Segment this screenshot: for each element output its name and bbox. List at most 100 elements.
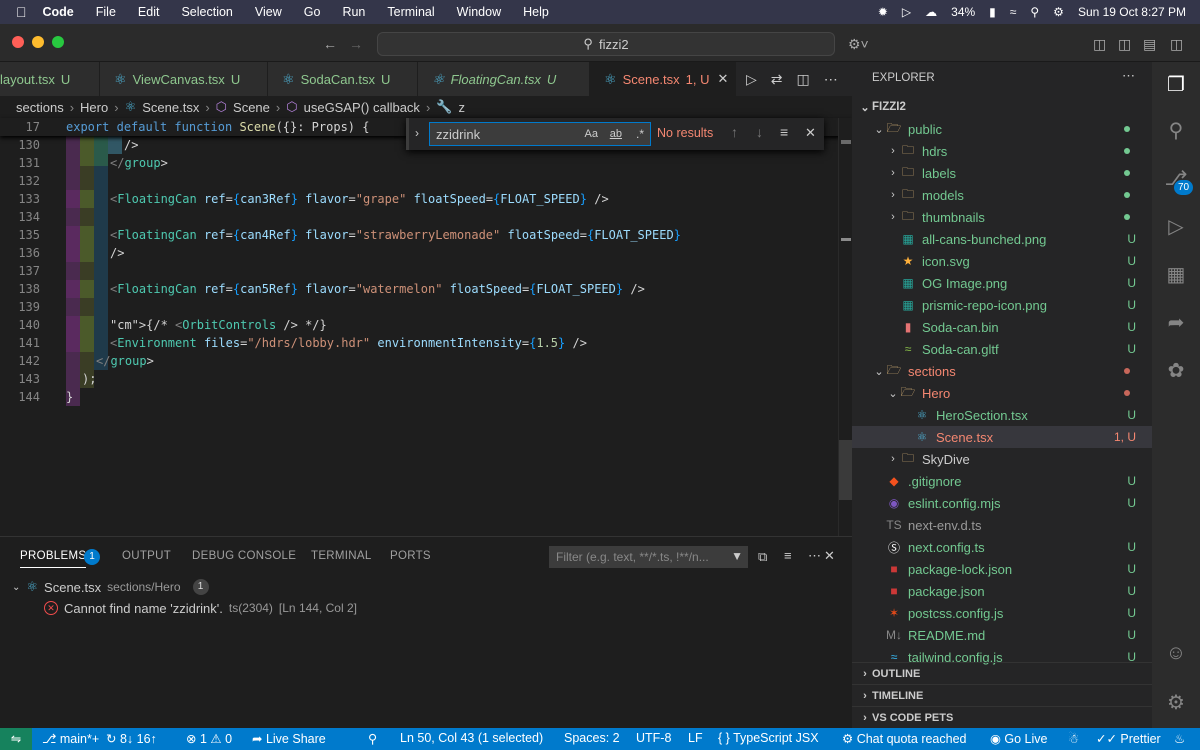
close-window-button[interactable]: [12, 36, 24, 48]
apple-icon[interactable]: : [16, 4, 27, 20]
vscode-pets-section[interactable]: › VS CODE PETS: [852, 706, 1152, 728]
code-line[interactable]: "cm">{/* <OrbitControls /> */}: [110, 318, 327, 332]
regex-toggle[interactable]: .*: [636, 127, 644, 141]
layout-icon[interactable]: ◫: [1093, 36, 1106, 53]
tab-output[interactable]: OUTPUT: [122, 550, 171, 562]
copilot-status[interactable]: ⚙ Chat quota reached: [842, 731, 967, 746]
menu-view[interactable]: View: [255, 5, 282, 19]
explorer-item[interactable]: ⌄ 🗁 public: [852, 118, 1152, 140]
tab-terminal[interactable]: TERMINAL: [311, 550, 372, 562]
explorer-item[interactable]: ⌄ 🗁 Hero: [852, 382, 1152, 404]
menu-terminal[interactable]: Terminal: [387, 5, 434, 19]
run-icon[interactable]: ▷: [746, 71, 757, 88]
filter-icon[interactable]: ▼: [731, 549, 743, 563]
wifi-icon[interactable]: ≈: [1010, 5, 1017, 19]
collapse-all-icon[interactable]: ⧉: [758, 549, 767, 565]
view-as-list-icon[interactable]: ≡: [784, 548, 792, 563]
problems-filter-input[interactable]: Filter (e.g. text, **/*.ts, !**/n... ▼: [549, 546, 748, 568]
problem-file-row[interactable]: ⌄ ⚛ Scene.tsx sections/Hero 1: [12, 577, 209, 597]
sync-indicator[interactable]: ↻ 8↓ 16↑: [106, 731, 157, 746]
explorer-icon[interactable]: ❐: [1164, 72, 1188, 96]
zoom-icon[interactable]: ⚲: [368, 731, 377, 746]
code-line[interactable]: <FloatingCan ref={can4Ref} flavor="straw…: [110, 228, 681, 242]
menu-run[interactable]: Run: [342, 5, 365, 19]
editor-scrollbar[interactable]: [838, 118, 853, 536]
close-tab-icon[interactable]: ✕: [718, 71, 729, 87]
breadcrumb-item[interactable]: z: [458, 100, 465, 115]
tab-ports[interactable]: PORTS: [390, 550, 431, 562]
indentation[interactable]: Spaces: 2: [564, 731, 620, 745]
code-line[interactable]: </group>: [96, 354, 154, 368]
code-line[interactable]: );: [82, 372, 96, 386]
battery-icon[interactable]: ▮: [989, 5, 996, 19]
breadcrumb-item[interactable]: Scene.tsx: [142, 100, 199, 115]
tab-viewcanvas[interactable]: ⚛ ViewCanvas.tsx U: [100, 62, 268, 96]
tab-layout[interactable]: layout.tsx U: [0, 62, 100, 96]
cursor-position[interactable]: Ln 50, Col 43 (1 selected): [400, 731, 543, 745]
language-mode[interactable]: { } TypeScript JSX: [718, 731, 819, 745]
explorer-item[interactable]: ≈ Soda-can.gltf U: [852, 338, 1152, 360]
menu-help[interactable]: Help: [523, 5, 549, 19]
code-line[interactable]: />: [110, 246, 124, 260]
play-icon[interactable]: ▷: [902, 5, 911, 19]
next-match-icon[interactable]: ↓: [756, 124, 763, 140]
forward-arrow-icon[interactable]: →: [349, 36, 363, 52]
feedback-icon[interactable]: ☃: [1068, 731, 1079, 746]
control-center-icon[interactable]: ⚙: [1053, 5, 1064, 19]
timeline-section[interactable]: › TIMELINE: [852, 684, 1152, 706]
match-case-toggle[interactable]: Aa: [585, 128, 598, 140]
remote-indicator-icon[interactable]: ⇋: [0, 728, 32, 750]
menubar-clock[interactable]: Sun 19 Oct 8:27 PM: [1078, 5, 1186, 19]
explorer-item[interactable]: ◉ eslint.config.mjs U: [852, 492, 1152, 514]
toggle-replace-icon[interactable]: ›: [415, 126, 419, 140]
settings-gear-icon[interactable]: ⚙: [1164, 690, 1188, 714]
explorer-item[interactable]: ✶ postcss.config.js U: [852, 602, 1152, 624]
search-icon[interactable]: ⚲: [1164, 118, 1188, 142]
eol[interactable]: LF: [688, 731, 703, 745]
breadcrumb-item[interactable]: sections: [16, 100, 64, 115]
code-line[interactable]: }: [66, 390, 73, 404]
previous-match-icon[interactable]: ↑: [731, 124, 738, 140]
chevron-down-icon[interactable]: ⌄: [12, 582, 20, 593]
weather-icon[interactable]: ☁: [925, 5, 937, 19]
code-line[interactable]: />: [124, 138, 138, 152]
accounts-icon[interactable]: ☺: [1164, 642, 1188, 666]
explorer-item[interactable]: ⚛ Scene.tsx 1, U: [852, 426, 1152, 448]
explorer-item[interactable]: › 🗀 hdrs: [852, 140, 1152, 162]
go-live-button[interactable]: ◉ Go Live: [990, 731, 1047, 746]
breadcrumb-item[interactable]: useGSAP() callback: [304, 100, 420, 115]
menu-edit[interactable]: Edit: [138, 5, 160, 19]
problems-indicator[interactable]: ⊗ 1 ⚠ 0: [186, 731, 232, 746]
outline-section[interactable]: › OUTLINE: [852, 662, 1152, 684]
notifications-icon[interactable]: ♨: [1174, 731, 1185, 746]
scrollbar-thumb[interactable]: [839, 440, 853, 500]
explorer-item[interactable]: ▦ all-cans-bunched.png U: [852, 228, 1152, 250]
explorer-item[interactable]: › 🗀 SkyDive: [852, 448, 1152, 470]
code-editor[interactable]: 17 export default function Scene({}: Pro…: [0, 118, 853, 536]
menu-file[interactable]: File: [96, 5, 116, 19]
project-root[interactable]: ⌄ FIZZI2: [852, 96, 1152, 118]
panel-more-icon[interactable]: ⋯: [808, 548, 821, 564]
menu-window[interactable]: Window: [457, 5, 501, 19]
tab-floatingcan[interactable]: ⚛ FloatingCan.tsx U: [418, 62, 590, 96]
tab-scene[interactable]: ⚛ Scene.tsx 1, U ✕: [590, 62, 736, 96]
live-share-icon[interactable]: ➦: [1164, 310, 1188, 334]
explorer-item[interactable]: ⚛ HeroSection.tsx U: [852, 404, 1152, 426]
run-debug-icon[interactable]: ▷: [1164, 214, 1188, 238]
tab-problems[interactable]: PROBLEMS: [20, 550, 87, 568]
breadcrumb-item[interactable]: Scene: [233, 100, 270, 115]
menu-app-name[interactable]: Code: [43, 5, 74, 19]
maximize-window-button[interactable]: [52, 36, 64, 48]
encoding[interactable]: UTF-8: [636, 731, 671, 745]
code-line[interactable]: <FloatingCan ref={can5Ref} flavor="water…: [110, 282, 645, 296]
explorer-item[interactable]: ■ package-lock.json U: [852, 558, 1152, 580]
menu-go[interactable]: Go: [304, 5, 321, 19]
code-line[interactable]: </group>: [110, 156, 168, 170]
close-panel-icon[interactable]: ✕: [824, 548, 835, 564]
explorer-item[interactable]: › 🗀 models: [852, 184, 1152, 206]
split-editor-icon[interactable]: ◫: [797, 71, 810, 88]
figma-icon[interactable]: ✿: [1164, 358, 1188, 382]
whole-word-toggle[interactable]: ab: [610, 128, 622, 140]
code-line[interactable]: <FloatingCan ref={can3Ref} flavor="grape…: [110, 192, 609, 206]
branch-indicator[interactable]: ⎇ main*+: [42, 731, 99, 746]
